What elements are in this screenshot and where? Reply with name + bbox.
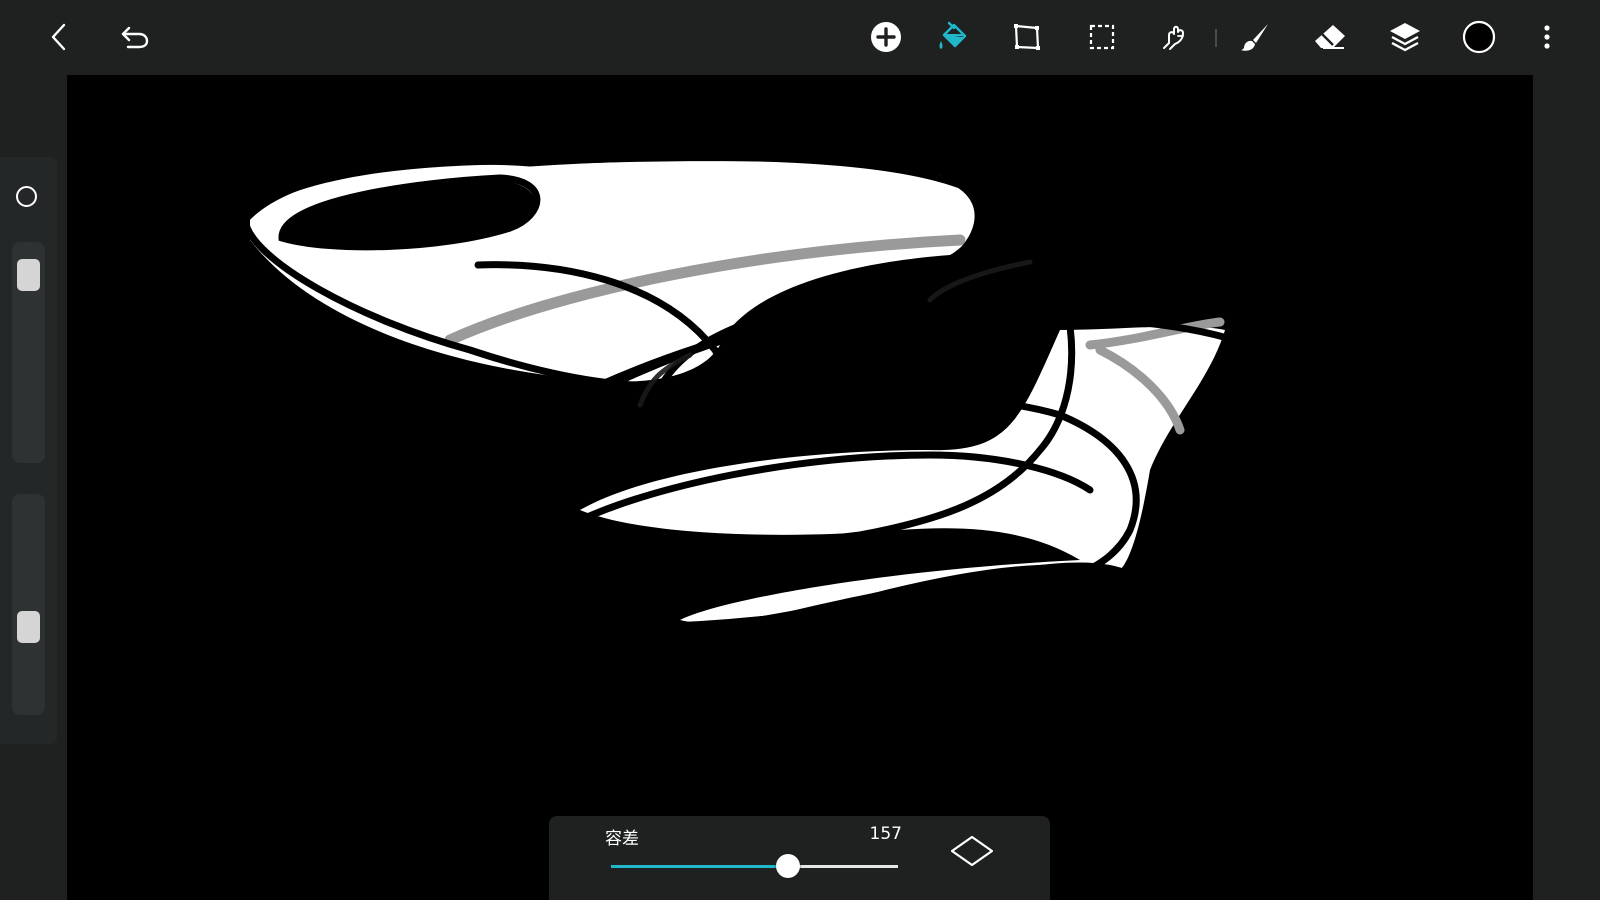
fill-mode-button[interactable] <box>949 833 995 869</box>
brush-opacity-slider-knob[interactable] <box>17 611 40 643</box>
brush-shape-button[interactable] <box>16 186 37 207</box>
transform-icon <box>1014 24 1040 50</box>
fill-tool-button[interactable] <box>930 14 976 60</box>
color-swatch-icon <box>1462 20 1496 54</box>
transform-tool-button[interactable] <box>1004 14 1050 60</box>
tolerance-slider-knob[interactable] <box>776 854 800 878</box>
top-toolbar <box>0 0 1600 75</box>
more-menu-button[interactable] <box>1524 14 1570 60</box>
undo-button[interactable] <box>112 14 158 60</box>
selection-tool-button[interactable] <box>1079 14 1125 60</box>
layers-icon <box>1390 23 1420 52</box>
brush-tool-button[interactable] <box>1232 14 1278 60</box>
drawing-canvas[interactable] <box>67 75 1533 900</box>
layers-button[interactable] <box>1382 14 1428 60</box>
brush-icon <box>1241 24 1268 51</box>
smudge-tool-button[interactable] <box>1151 14 1197 60</box>
dashed-rectangle-icon <box>1089 24 1115 50</box>
diamond-outline-icon <box>950 835 994 867</box>
brush-size-slider-knob[interactable] <box>17 259 40 291</box>
more-vertical-icon <box>1544 25 1550 49</box>
plus-circle-icon <box>871 22 901 52</box>
fill-options-panel: 容差 157 <box>549 816 1050 900</box>
brush-opacity-slider[interactable] <box>12 494 45 715</box>
paint-bucket-icon <box>939 21 967 49</box>
chevron-left-icon <box>51 23 66 51</box>
tolerance-value: 157 <box>869 824 902 844</box>
finger-smudge-icon <box>1163 25 1184 50</box>
tolerance-slider-fill <box>611 865 788 868</box>
tolerance-slider[interactable] <box>611 854 898 878</box>
back-button[interactable] <box>37 14 83 60</box>
color-picker-button[interactable] <box>1456 14 1502 60</box>
tolerance-label: 容差 <box>605 829 639 849</box>
toolbar-separator <box>1215 29 1217 47</box>
undo-icon <box>121 26 149 49</box>
right-gutter <box>1533 75 1600 900</box>
eraser-icon <box>1315 25 1345 49</box>
canvas-artwork <box>210 153 1397 801</box>
eraser-tool-button[interactable] <box>1307 14 1353 60</box>
brush-size-slider[interactable] <box>12 242 45 463</box>
add-button[interactable] <box>863 14 909 60</box>
